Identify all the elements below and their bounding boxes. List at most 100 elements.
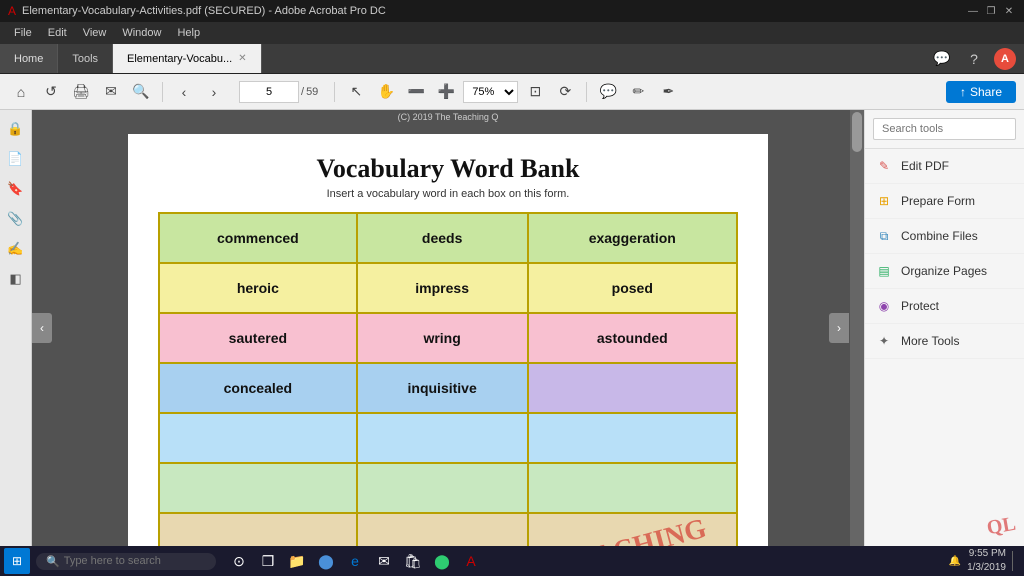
combine-files-icon: ⧉ — [875, 227, 893, 245]
paperclip-icon[interactable]: 📎 — [5, 208, 27, 230]
tab-close-icon[interactable]: ✕ — [238, 53, 246, 64]
menu-window[interactable]: Window — [114, 22, 169, 44]
tab-tools[interactable]: Tools — [58, 44, 113, 73]
help-icon[interactable]: ? — [962, 47, 986, 71]
table-row — [159, 413, 737, 463]
sign-icon[interactable]: ✒ — [655, 79, 681, 105]
table-row: concealed inquisitive — [159, 363, 737, 413]
table-cell: exaggeration — [528, 213, 737, 263]
search-tools-input[interactable] — [873, 118, 1016, 140]
show-desktop-icon[interactable] — [1012, 551, 1016, 571]
menu-bar: File Edit View Window Help — [0, 22, 1024, 44]
start-button[interactable]: ⊞ — [4, 548, 30, 574]
taskbar-chrome[interactable]: ⬤ — [313, 548, 339, 574]
edit-pdf-item[interactable]: ✎ Edit PDF — [865, 149, 1024, 184]
pdf-scroll-area[interactable]: Vocabulary Word Bank Insert a vocabulary… — [32, 124, 864, 546]
taskbar-edge[interactable]: e — [342, 548, 368, 574]
window-title: Elementary-Vocabulary-Activities.pdf (SE… — [22, 5, 386, 17]
hand-tool-icon[interactable]: ✋ — [373, 79, 399, 105]
organize-pages-item[interactable]: ▤ Organize Pages — [865, 254, 1024, 289]
taskbar-search-input[interactable] — [64, 555, 204, 567]
taskbar-green[interactable]: ⬤ — [429, 548, 455, 574]
table-cell: commenced — [159, 213, 357, 263]
undo-icon[interactable]: ↺ — [38, 79, 64, 105]
signature-icon[interactable]: ✍ — [5, 238, 27, 260]
pdf-area: (C) 2019 The Teaching Q Vocabulary Word … — [32, 110, 864, 546]
table-cell — [528, 363, 737, 413]
scroll-indicator[interactable] — [850, 110, 864, 546]
menu-file[interactable]: File — [6, 22, 40, 44]
user-avatar[interactable]: A — [994, 48, 1016, 70]
taskbar-explorer[interactable]: 📁 — [284, 548, 310, 574]
taskbar-search[interactable]: 🔍 — [36, 553, 216, 570]
app-icon: A — [8, 4, 16, 18]
fit-icon[interactable]: ⊡ — [522, 79, 548, 105]
comment-icon[interactable]: 💬 — [595, 79, 621, 105]
tab-document[interactable]: Elementary-Vocabu... ✕ — [113, 44, 262, 73]
table-cell — [159, 413, 357, 463]
menu-help[interactable]: Help — [169, 22, 208, 44]
table-cell: posed — [528, 263, 737, 313]
taskbar-cortana[interactable]: ⊙ — [226, 548, 252, 574]
protect-item[interactable]: ◉ Protect — [865, 289, 1024, 324]
pdf-subtitle: Insert a vocabulary word in each box on … — [158, 188, 738, 200]
pages-icon[interactable]: 📄 — [5, 148, 27, 170]
bookmark-icon[interactable]: 🔖 — [5, 178, 27, 200]
next-page-icon[interactable]: › — [201, 79, 227, 105]
table-row: commenced deeds exaggeration — [159, 213, 737, 263]
taskbar-task-view[interactable]: ❒ — [255, 548, 281, 574]
lock-icon[interactable]: 🔒 — [5, 118, 27, 140]
search-icon[interactable]: 🔍 — [128, 79, 154, 105]
prev-page-arrow[interactable]: ‹ — [32, 313, 52, 343]
pen-icon[interactable]: ✏ — [625, 79, 651, 105]
separator-1 — [162, 82, 163, 102]
more-tools-item[interactable]: ✦ More Tools — [865, 324, 1024, 359]
share-button[interactable]: ↑ Share — [946, 81, 1016, 103]
taskbar-store[interactable]: 🛍 — [400, 548, 426, 574]
word-bank-table: commenced deeds exaggeration heroic impr… — [158, 212, 738, 546]
taskbar-clock: 9:55 PM 1/3/2019 — [967, 547, 1006, 575]
taskbar-mail[interactable]: ✉ — [371, 548, 397, 574]
combine-files-item[interactable]: ⧉ Combine Files — [865, 219, 1024, 254]
taskbar: ⊞ 🔍 ⊙ ❒ 📁 ⬤ e ✉ 🛍 ⬤ A 🔔 9:55 PM 1/3/2019 — [0, 546, 1024, 576]
page-separator: / — [301, 86, 304, 98]
table-row — [159, 463, 737, 513]
zoom-in-icon[interactable]: ➕ — [433, 79, 459, 105]
email-icon[interactable]: ✉ — [98, 79, 124, 105]
taskbar-pdf[interactable]: A — [458, 548, 484, 574]
print-icon[interactable]: 🖨 — [68, 79, 94, 105]
zoom-out-icon[interactable]: ➖ — [403, 79, 429, 105]
chat-icon[interactable]: 💬 — [930, 47, 954, 71]
toolbar: ⌂ ↺ 🖨 ✉ 🔍 ‹ › 5 / 59 ↖ ✋ ➖ ➕ 75% ⊡ ⟳ 💬 ✏… — [0, 74, 1024, 110]
menu-view[interactable]: View — [75, 22, 115, 44]
tab-home[interactable]: Home — [0, 44, 58, 73]
minimize-button[interactable]: — — [966, 4, 980, 18]
home-tool-icon[interactable]: ⌂ — [8, 79, 34, 105]
right-watermark: QL — [985, 513, 1017, 541]
page-number-input[interactable]: 5 — [239, 81, 299, 103]
notification-icon[interactable]: 🔔 — [949, 556, 961, 567]
table-cell: astounded — [528, 313, 737, 363]
edit-pdf-icon: ✎ — [875, 157, 893, 175]
prepare-form-item[interactable]: ⊞ Prepare Form — [865, 184, 1024, 219]
table-cell: heroic — [159, 263, 357, 313]
table-cell — [357, 513, 528, 546]
maximize-button[interactable]: ❐ — [984, 4, 998, 18]
combine-files-label: Combine Files — [901, 229, 978, 243]
rotate-icon[interactable]: ⟳ — [552, 79, 578, 105]
search-tools-container — [865, 110, 1024, 149]
zoom-select[interactable]: 75% — [463, 81, 518, 103]
table-cell — [528, 463, 737, 513]
tab-bar: Home Tools Elementary-Vocabu... ✕ 💬 ? A — [0, 44, 1024, 74]
share-icon: ↑ — [960, 85, 966, 99]
next-page-arrow[interactable]: › — [829, 313, 849, 343]
menu-edit[interactable]: Edit — [40, 22, 75, 44]
scroll-thumb[interactable] — [852, 112, 862, 152]
layers-icon[interactable]: ◧ — [5, 268, 27, 290]
page-total: 59 — [306, 86, 318, 98]
close-button[interactable]: ✕ — [1002, 4, 1016, 18]
organize-pages-label: Organize Pages — [901, 264, 987, 278]
cursor-tool-icon[interactable]: ↖ — [343, 79, 369, 105]
right-watermark-area: QL — [865, 359, 1024, 546]
prev-page-icon[interactable]: ‹ — [171, 79, 197, 105]
